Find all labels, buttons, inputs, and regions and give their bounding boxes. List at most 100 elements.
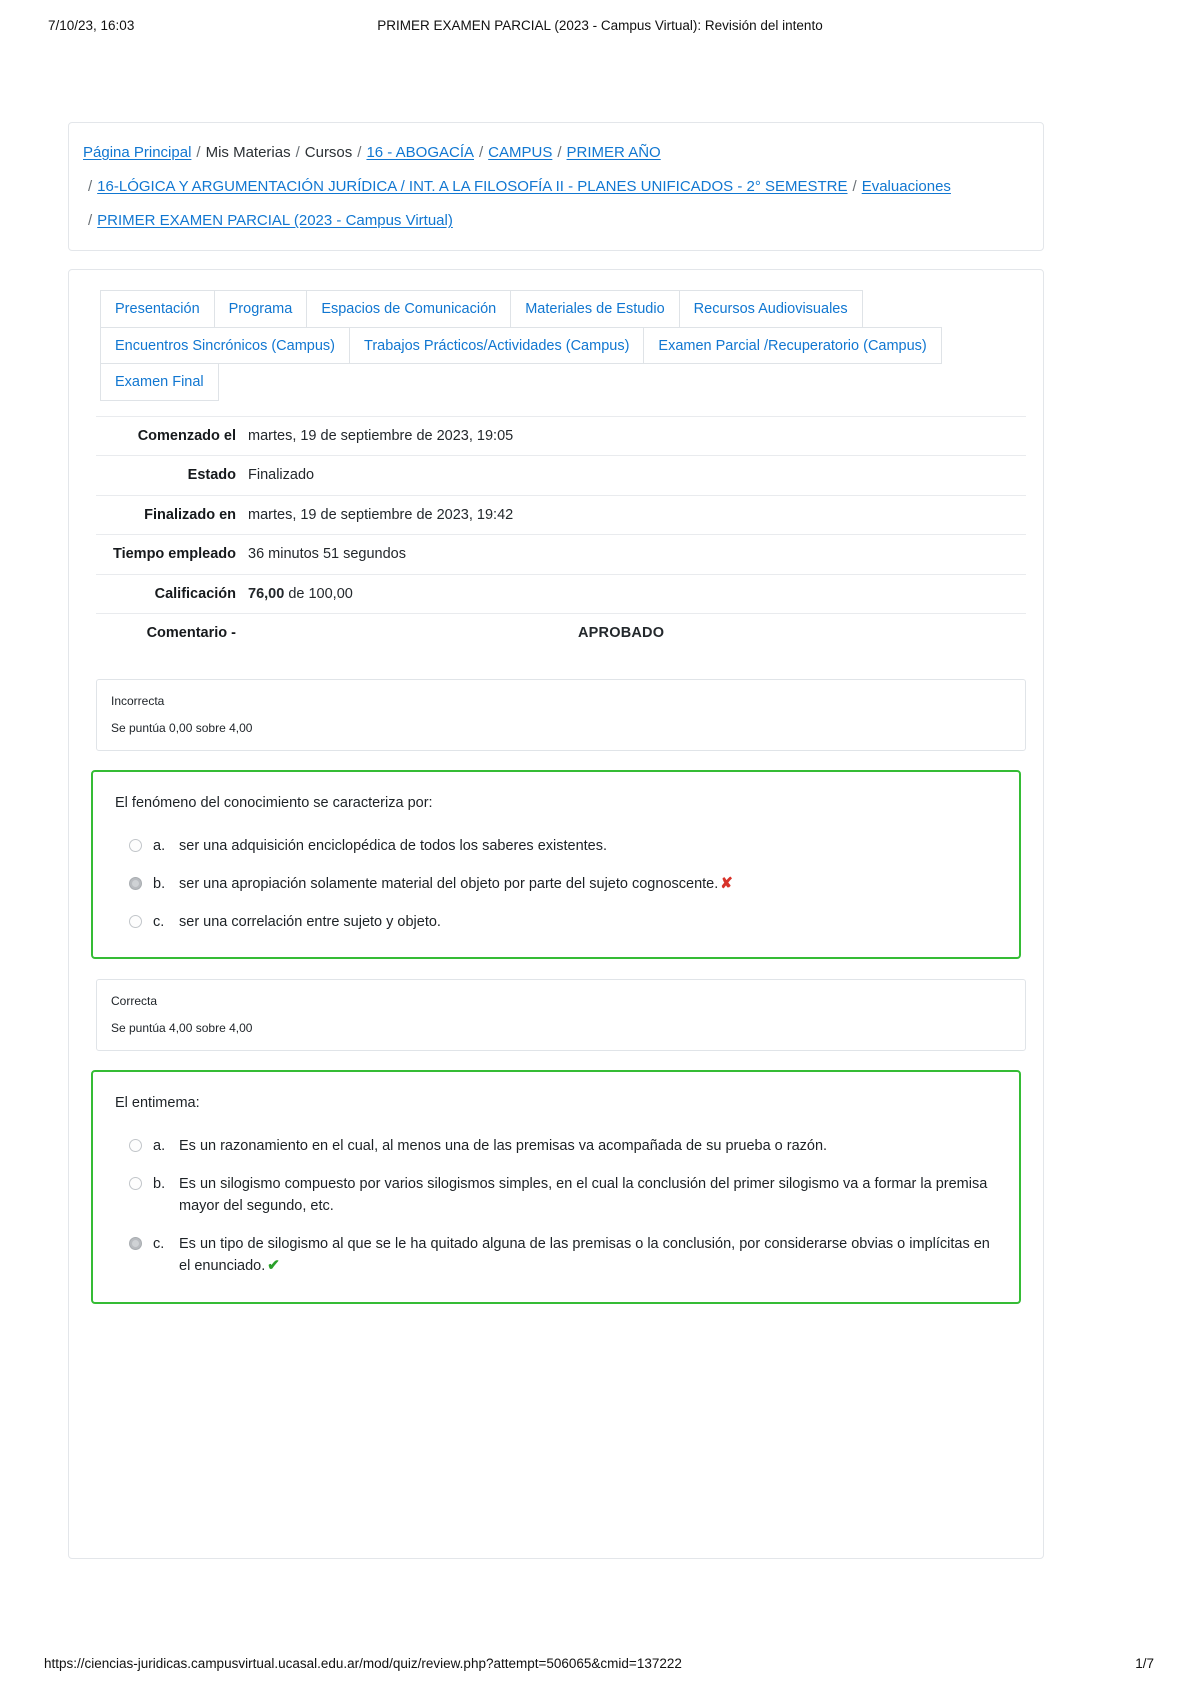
radio-button-selected[interactable] [129,1237,142,1251]
answer-option[interactable]: a. ser una adquisición enciclopédica de t… [129,835,997,857]
question-stem: El fenómeno del conocimiento se caracter… [115,794,433,811]
radio-button[interactable] [129,1177,142,1191]
summary-value: martes, 19 de septiembre de 2023, 19:42 [248,506,514,523]
answer-option[interactable]: c. Es un tipo de silogismo al que se le h… [129,1233,997,1278]
questions-list: Incorrecta Se puntúa 0,00 sobre 4,00 El fe… [91,678,1026,1305]
question-body: El fenómeno del conocimiento se caracter… [91,769,1021,960]
radio-button[interactable] [129,838,142,852]
breadcrumb-line-1: Página Principal / Mis Materias / Cursos/16 … [83,136,1029,170]
radio-button[interactable] [129,1139,142,1153]
answer-text-value: Es un silogismo compuesto por varios sil… [179,1176,988,1215]
answer-text-value: ser una adquisición enciclopédica de tod… [179,837,608,854]
answer-options: a. Es un razonamiento en el cual, al meno… [129,1135,997,1278]
question-score-text: Se puntúa 0,00 sobre 4,00 [111,720,253,735]
comment-aprobado-text: APROBADO [578,625,665,642]
question-score-text: Se puntúa 4,00 sobre 4,00 [111,1021,253,1036]
answer-option[interactable]: b. ser una apropiación solamente material… [129,873,997,896]
summary-row: Finalizado en martes, 19 de septiembre de… [96,495,1026,534]
tab-3[interactable]: Espacios de Comunicación [306,290,512,328]
quiz-review-card: Presentación Programa Espacios de Comunica… [68,269,1044,1559]
print-footer: https://ciencias-juridicas.campusvirtual… [0,1656,1200,1676]
answer-text: ser una adquisición enciclopédica de tod… [179,835,997,857]
question-status-text: Correcta [111,994,158,1009]
question-block: Correcta Se puntúa 4,00 sobre 4,00 El enti… [91,979,1026,1305]
breadcrumb-item[interactable]: 16 - ABOGACÍA [366,144,474,161]
summary-label: Comenzado el [137,428,236,445]
breadcrumb-item[interactable]: Evaluaciones [862,178,951,195]
summary-row: Comenzado el martes, 19 de septiembre de … [96,416,1026,456]
summary-row-comentario: Comentario - APROBADO [96,613,1026,659]
summary-row: Estado Finalizado [96,455,1026,495]
incorrect-mark-icon: ✘ [720,874,733,892]
answer-letter: b. [153,875,166,892]
answer-option[interactable]: b. Es un silogismo compuesto por varios s… [129,1173,997,1217]
answer-text: ser una apropiación solamente material d… [179,873,997,896]
tab-4[interactable]: Materiales de Estudio [510,290,680,328]
answer-letter: c. [153,914,165,931]
answer-letter: c. [153,1236,165,1253]
tab-8[interactable]: Examen Parcial /Recuperatorio (Campus) [643,326,942,365]
tab-5[interactable]: Recursos Audiovisuales [678,290,863,328]
answer-text: Es un tipo de silogismo al que se le ha … [179,1233,997,1278]
answer-letter: b. [153,1176,166,1193]
breadcrumb-separator: / [357,144,362,161]
breadcrumb-separator: / [557,144,562,161]
summary-label: Estado [187,467,236,484]
grade-number: 76,00 [248,585,285,602]
answer-options: a. ser una adquisición enciclopédica de t… [129,835,997,934]
breadcrumb-separator: / [88,212,93,229]
print-footer-page: 1/7 [1135,1656,1154,1671]
answer-option[interactable]: a. Es un razonamiento en el cual, al meno… [129,1135,997,1157]
summary-value: 36 minutos 51 segundos [248,546,406,563]
answer-text-value: Es un razonamiento en el cual, al menos … [179,1138,828,1155]
summary-row: Tiempo empleado 36 minutos 51 segundos [96,534,1026,574]
answer-letter: a. [153,1138,166,1155]
breadcrumb-item[interactable]: 16-LÓGICA Y ARGUMENTACIÓN JURÍDICA / INT… [97,178,847,195]
breadcrumb-item[interactable]: PRIMER AÑO [567,144,661,161]
print-header: 7/10/23, 16:03 PRIMER EXAMEN PARCIAL (20… [0,18,1200,40]
summary-label: Tiempo empleado [112,546,236,563]
breadcrumb-separator: / [852,178,857,195]
correct-mark-icon: ✔ [267,1257,280,1275]
breadcrumb-line-3: / PRIMER EXAMEN PARCIAL (2023 - Campus Vi… [83,204,1029,238]
question-block: Incorrecta Se puntúa 0,00 sobre 4,00 El fe… [91,678,1026,960]
radio-button[interactable] [129,915,142,929]
print-footer-url: https://ciencias-juridicas.campusvirtual… [44,1656,682,1671]
question-body: El entimema: a. Es un razonamiento en el c… [91,1070,1021,1305]
summary-label: Finalizado en [144,506,236,523]
breadcrumb: Página Principal / Mis Materias / Cursos/16 … [68,122,1044,251]
answer-text-value: Es un tipo de silogismo al que se le ha … [179,1236,990,1275]
summary-value-comentario: APROBADO [248,614,1026,659]
tab-2[interactable]: Programa [213,290,308,328]
breadcrumb-separator: / [88,178,93,195]
breadcrumb-item: Cursos [304,144,353,161]
breadcrumb-item: Mis Materias [205,144,291,161]
tab-1[interactable]: Presentación [100,290,215,328]
answer-text-value: ser una correlación entre sujeto y objet… [179,914,441,931]
summary-value: Finalizado [248,467,315,484]
summary-label-comentario: Comentario - [146,625,236,642]
question-status-text: Incorrecta [111,693,165,708]
answer-text: ser una correlación entre sujeto y objet… [179,911,997,933]
question-stem: El entimema: [115,1095,200,1112]
page-content: Página Principal / Mis Materias / Cursos/16 … [68,122,1044,1559]
summary-value: martes, 19 de septiembre de 2023, 19:05 [248,428,514,445]
answer-option[interactable]: c. ser una correlación entre sujeto y obj… [129,911,997,933]
tab-7[interactable]: Trabajos Prácticos/Actividades (Campus) [349,326,645,365]
print-header-title: PRIMER EXAMEN PARCIAL (2023 - Campus Vir… [377,18,823,33]
grade-max: de 100,00 [288,585,353,602]
course-tabs: Presentación Programa Espacios de Comunica… [100,290,961,402]
radio-button-selected[interactable] [129,876,142,890]
breadcrumb-line-2: /16-LÓGICA Y ARGUMENTACIÓN JURÍDICA / IN… [83,170,1029,204]
breadcrumb-separator: / [479,144,484,161]
tab-6[interactable]: Encuentros Sincrónicos (Campus) [100,326,351,365]
breadcrumb-item[interactable]: Página Principal [83,144,191,161]
breadcrumb-item[interactable]: CAMPUS [488,144,552,161]
tab-9[interactable]: Examen Final [100,363,219,402]
breadcrumb-item[interactable]: PRIMER EXAMEN PARCIAL (2023 - Campus Vir… [97,212,453,229]
summary-row-calificacion: Calificación 76,00 de 100,00 [96,574,1026,613]
breadcrumb-separator: / [196,144,201,161]
answer-text: Es un razonamiento en el cual, al menos … [179,1135,997,1157]
summary-value-calificacion: 76,00 de 100,00 [248,574,1026,613]
answer-text: Es un silogismo compuesto por varios sil… [179,1173,997,1217]
